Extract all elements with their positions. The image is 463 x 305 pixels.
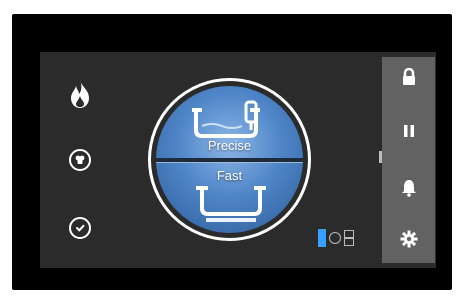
- touch-screen: Precise Fast: [40, 52, 436, 268]
- flame-button[interactable]: [64, 78, 96, 110]
- precise-pot-icon: [192, 100, 260, 138]
- fast-label: Fast: [216, 167, 243, 183]
- blue-square-icon: [318, 229, 326, 247]
- fast-mode-button[interactable]: Fast: [156, 160, 303, 234]
- lock-icon: [402, 68, 415, 85]
- precise-mode-button[interactable]: Precise: [156, 86, 303, 160]
- control-sidebar: [382, 57, 435, 263]
- bell-button[interactable]: [382, 168, 435, 208]
- precise-label: Precise: [207, 138, 252, 153]
- chef-hat-icon: [69, 149, 91, 171]
- mode-dial: Precise Fast: [148, 78, 311, 241]
- split-box-icon: [344, 230, 354, 246]
- mode-indicator[interactable]: [318, 228, 354, 248]
- fast-pot-icon: [196, 185, 266, 222]
- circle-icon: [329, 232, 341, 244]
- timer-button[interactable]: [64, 212, 96, 244]
- pause-button[interactable]: [382, 111, 435, 151]
- pause-icon: [403, 125, 414, 137]
- clock-icon: [69, 217, 91, 239]
- flame-icon: [71, 80, 89, 108]
- chef-hat-button[interactable]: [64, 144, 96, 176]
- gear-icon: [400, 230, 417, 248]
- settings-button[interactable]: [382, 219, 435, 259]
- bell-icon: [401, 180, 416, 197]
- lock-button[interactable]: [382, 57, 435, 97]
